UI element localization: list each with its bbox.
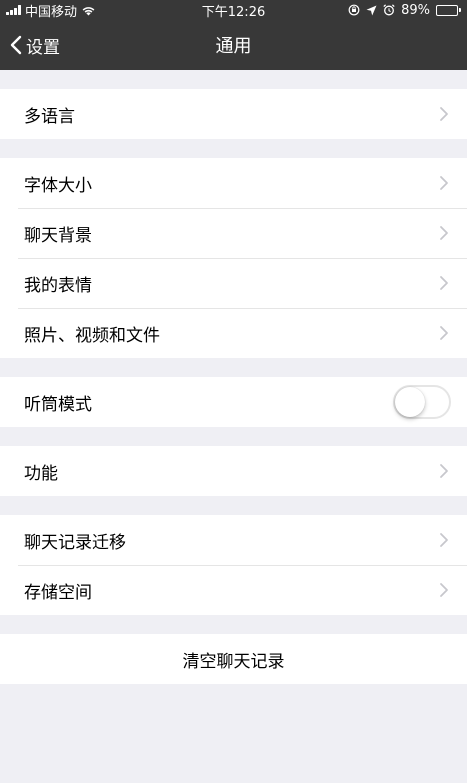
settings-row-chat-history-migration[interactable]: 聊天记录迁移: [0, 515, 467, 565]
chevron-right-icon: [440, 107, 448, 121]
page-title: 通用: [215, 36, 252, 57]
settings-group-storage: 聊天记录迁移 存储空间: [0, 515, 467, 615]
settings-row-storage-space[interactable]: 存储空间: [0, 565, 467, 615]
chevron-right-icon: [440, 226, 448, 240]
alarm-icon: [383, 4, 395, 16]
back-button[interactable]: 设置: [10, 20, 60, 70]
settings-group-language: 多语言: [0, 89, 467, 139]
row-label: 听筒模式: [24, 394, 92, 415]
chevron-right-icon: [440, 464, 448, 478]
settings-row-features[interactable]: 功能: [0, 446, 467, 496]
settings-row-earpiece-mode: 听筒模式: [0, 377, 467, 427]
chevron-right-icon: [440, 533, 448, 547]
carrier-label: 中国移动: [25, 4, 78, 20]
back-label: 设置: [26, 37, 60, 58]
status-bar: 中国移动 下午12:26 89%: [0, 0, 467, 20]
row-label: 存储空间: [24, 582, 92, 603]
settings-list: 多语言 字体大小 聊天背景 我的表情 照片、视频和文件 听筒模式 功能 聊天记录…: [0, 70, 467, 684]
settings-row-chat-background[interactable]: 聊天背景: [0, 208, 467, 258]
row-label: 聊天记录迁移: [24, 532, 126, 553]
settings-row-font-size[interactable]: 字体大小: [0, 158, 467, 208]
battery-percent: 89%: [401, 2, 430, 18]
row-label: 照片、视频和文件: [24, 325, 160, 346]
status-left: 中国移动: [6, 1, 348, 20]
clear-chat-history-label: 清空聊天记录: [182, 651, 285, 672]
settings-row-my-stickers[interactable]: 我的表情: [0, 258, 467, 308]
chevron-right-icon: [440, 176, 448, 190]
chevron-right-icon: [440, 583, 448, 597]
location-icon: [366, 5, 377, 15]
row-label: 多语言: [24, 106, 75, 127]
row-label: 功能: [24, 463, 58, 484]
chevron-right-icon: [440, 276, 448, 290]
clear-chat-history-button[interactable]: 清空聊天记录: [0, 634, 467, 684]
chevron-left-icon: [10, 35, 22, 55]
wifi-icon: [82, 6, 95, 15]
row-label: 聊天背景: [24, 225, 92, 246]
settings-row-photos-videos-files[interactable]: 照片、视频和文件: [0, 308, 467, 358]
row-label: 字体大小: [24, 175, 92, 196]
lock-rotation-icon: [348, 4, 360, 16]
toggle-knob: [395, 387, 425, 417]
settings-group-features: 功能: [0, 446, 467, 496]
chevron-right-icon: [440, 326, 448, 340]
settings-group-earpiece: 听筒模式: [0, 377, 467, 427]
settings-group-display: 字体大小 聊天背景 我的表情 照片、视频和文件: [0, 158, 467, 358]
status-right: 89%: [348, 3, 461, 18]
navigation-bar: 设置 通用: [0, 20, 467, 70]
row-label: 我的表情: [24, 275, 92, 296]
battery-icon: [436, 4, 461, 16]
settings-row-language[interactable]: 多语言: [0, 89, 467, 139]
signal-icon: [6, 5, 21, 15]
earpiece-mode-toggle[interactable]: [393, 385, 451, 419]
